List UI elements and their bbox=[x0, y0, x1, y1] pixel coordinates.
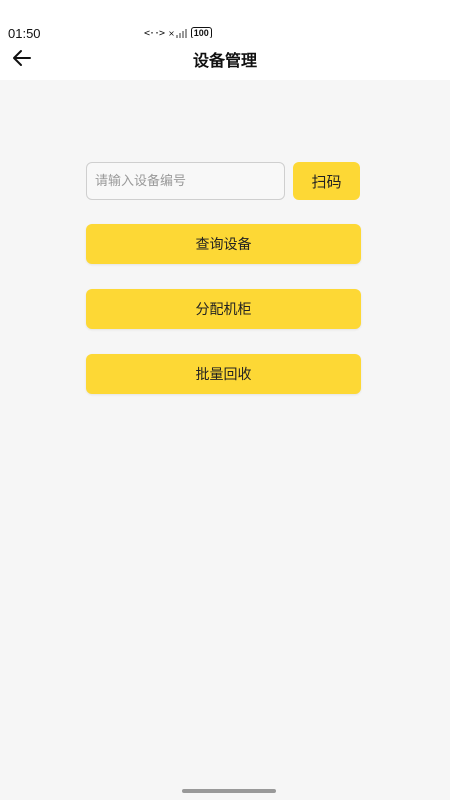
network-activity-icon: <··> bbox=[144, 27, 165, 39]
device-number-input[interactable] bbox=[86, 162, 285, 200]
batch-recycle-button[interactable]: 批量回收 bbox=[86, 354, 361, 394]
home-indicator bbox=[182, 789, 276, 793]
query-device-button[interactable]: 查询设备 bbox=[86, 224, 361, 264]
signal-strength-icon bbox=[175, 28, 187, 38]
signal-mark-icon: × bbox=[168, 28, 175, 38]
assign-cabinet-button[interactable]: 分配机柜 bbox=[86, 289, 361, 329]
page-title: 设备管理 bbox=[192, 51, 257, 70]
app-header: 设备管理 bbox=[0, 38, 450, 78]
scan-button[interactable]: 扫码 bbox=[293, 162, 360, 200]
main-content: 扫码 查询设备 分配机柜 批量回收 bbox=[0, 80, 450, 800]
search-row: 扫码 bbox=[86, 162, 360, 200]
